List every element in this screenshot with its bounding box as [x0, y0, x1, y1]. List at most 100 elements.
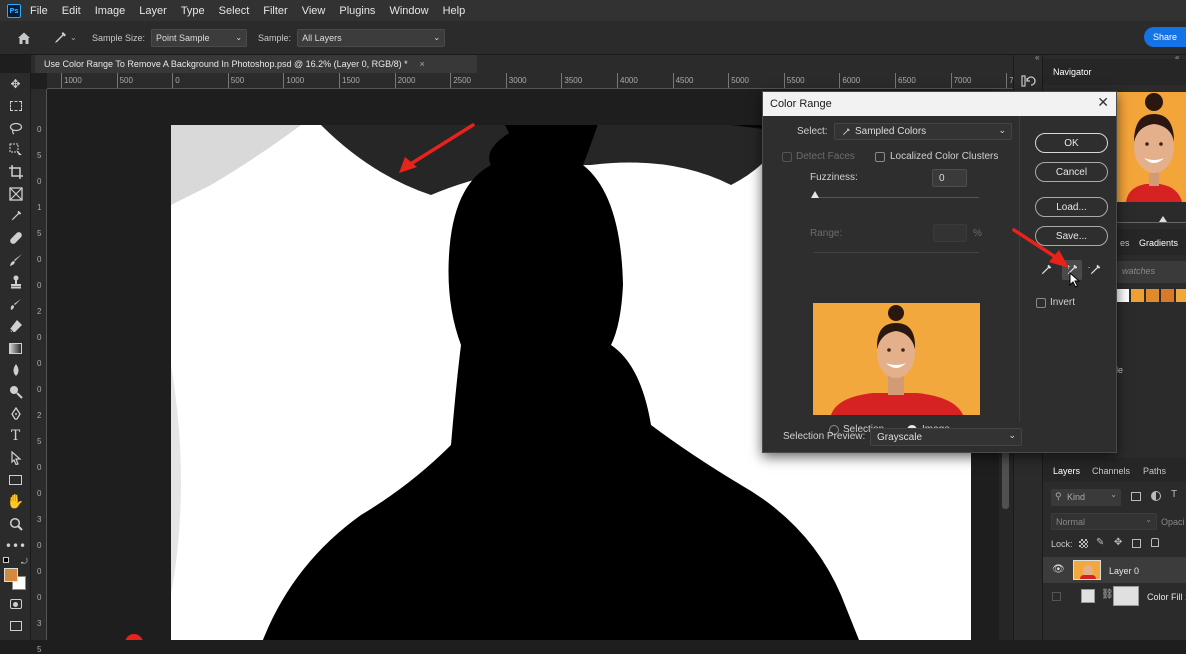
cancel-button[interactable]: Cancel [1035, 162, 1108, 182]
history-brush-tool-icon[interactable] [0, 293, 31, 315]
dialog-title-bar[interactable]: Color Range ✕ [763, 92, 1116, 116]
frame-tool-icon[interactable] [0, 183, 31, 205]
horizontal-ruler: 1000 500 0 500 1000 1500 2000 2500 3000 3500 4000 4… [47, 73, 1023, 89]
color-swatch[interactable] [1116, 289, 1129, 302]
rectangle-tool-icon[interactable] [0, 469, 31, 491]
chevron-down-icon: ⌄ [235, 33, 243, 42]
tab-layers[interactable]: Layers [1053, 466, 1080, 476]
navigator-zoom-slider[interactable] [1116, 216, 1186, 223]
color-swatches[interactable]: ⤾ [0, 557, 31, 593]
swatches-search[interactable]: watches [1116, 261, 1186, 283]
foreground-color-swatch[interactable] [4, 568, 18, 582]
screen-mode-icon[interactable] [0, 615, 31, 637]
layer-row[interactable]: 👁 Layer 0 [1043, 557, 1186, 583]
history-panel-icon[interactable] [1020, 73, 1036, 89]
home-icon[interactable] [16, 30, 32, 46]
color-swatch[interactable] [1146, 289, 1159, 302]
menu-view[interactable]: View [302, 5, 326, 17]
visibility-toggle[interactable] [1052, 592, 1061, 601]
scrollbar-thumb[interactable] [1002, 449, 1009, 509]
sample-select[interactable]: All Layers ⌄ [297, 28, 446, 47]
menu-plugins[interactable]: Plugins [339, 5, 375, 17]
menu-filter[interactable]: Filter [263, 5, 287, 17]
crop-tool-icon[interactable] [0, 161, 31, 183]
navigator-zoom-thumb[interactable] [1159, 216, 1167, 222]
fuzziness-slider-thumb[interactable] [811, 191, 819, 198]
layer-filter-select[interactable]: ⚲ Kind ⌄ [1051, 489, 1121, 506]
menu-window[interactable]: Window [389, 5, 428, 17]
lasso-tool-icon[interactable] [0, 117, 31, 139]
tab-gradients[interactable]: Gradients [1139, 238, 1178, 248]
lock-position-icon[interactable]: ✥ [1114, 537, 1122, 548]
sample-size-select[interactable]: Point Sample ⌄ [151, 28, 248, 47]
default-colors-icon[interactable] [3, 557, 9, 563]
detect-faces-checkbox[interactable] [782, 152, 792, 162]
color-swatch[interactable] [1161, 289, 1174, 302]
filter-pixel-layers-icon[interactable] [1131, 492, 1141, 501]
color-swatch[interactable] [1131, 289, 1144, 302]
share-button[interactable]: Share [1144, 27, 1186, 47]
healing-brush-tool-icon[interactable] [0, 227, 31, 249]
filter-type-layers-icon[interactable]: T [1171, 489, 1177, 500]
filter-adjustment-layers-icon[interactable] [1151, 491, 1161, 501]
ruler-tick-label: 3 [37, 515, 42, 524]
lock-image-icon[interactable]: ✎ [1096, 537, 1104, 548]
lock-transparent-icon[interactable] [1079, 539, 1088, 548]
eraser-tool-icon[interactable] [0, 315, 31, 337]
tab-navigator[interactable]: Navigator [1053, 67, 1092, 77]
ruler-tick [394, 73, 396, 88]
move-tool-icon[interactable]: ✥ [0, 73, 31, 95]
tab-channels[interactable]: Channels [1092, 466, 1130, 476]
eye-icon[interactable]: 👁 [1052, 564, 1065, 575]
ok-button[interactable]: OK [1035, 133, 1108, 153]
dodge-tool-icon[interactable] [0, 381, 31, 403]
marquee-tool-icon[interactable] [0, 95, 31, 117]
quick-mask-icon[interactable] [0, 593, 31, 615]
close-icon[interactable]: × [420, 59, 425, 69]
brush-tool-icon[interactable] [0, 249, 31, 271]
gradient-tool-icon[interactable] [0, 337, 31, 359]
document-tab[interactable]: Use Color Range To Remove A Background I… [35, 55, 477, 73]
menu-help[interactable]: Help [443, 5, 466, 17]
menu-file[interactable]: File [30, 5, 48, 17]
localized-clusters-checkbox[interactable] [875, 152, 885, 162]
swap-colors-icon[interactable]: ⤾ [21, 557, 28, 567]
menu-type[interactable]: Type [181, 5, 205, 17]
hand-tool-icon[interactable]: ✋ [0, 491, 31, 513]
zoom-tool-icon[interactable] [0, 513, 31, 535]
pen-tool-icon[interactable] [0, 403, 31, 425]
layer-row[interactable]: ⛓ Color Fill 1 [1043, 583, 1186, 609]
object-selection-tool-icon[interactable] [0, 139, 31, 161]
fuzziness-input[interactable]: 0 [932, 169, 967, 187]
menu-select[interactable]: Select [219, 5, 250, 17]
eyedropper-tool-icon[interactable] [0, 205, 31, 227]
tab-paths[interactable]: Paths [1143, 466, 1166, 476]
ruler-tick-label: 500 [230, 76, 245, 85]
navigator-thumbnail[interactable] [1116, 92, 1186, 202]
document-tab-title: Use Color Range To Remove A Background I… [44, 59, 408, 69]
image-preview[interactable] [813, 303, 980, 415]
tab-es[interactable]: es [1120, 238, 1130, 248]
menu-edit[interactable]: Edit [62, 5, 81, 17]
subtract-from-sample-eyedropper-icon[interactable]: - [1088, 263, 1104, 279]
blend-mode-select[interactable]: Normal ⌄ [1051, 513, 1157, 530]
fuzziness-slider[interactable] [814, 197, 979, 198]
menu-image[interactable]: Image [95, 5, 126, 17]
load-button[interactable]: Load... [1035, 197, 1108, 217]
invert-checkbox[interactable] [1036, 298, 1046, 308]
blur-tool-icon[interactable] [0, 359, 31, 381]
lock-all-icon[interactable] [1151, 538, 1159, 547]
lock-artboard-icon[interactable] [1132, 539, 1141, 548]
eyedropper-tool-preset-icon[interactable]: ⌄ [52, 29, 78, 47]
type-tool-icon[interactable]: T [0, 425, 31, 447]
path-selection-tool-icon[interactable] [0, 447, 31, 469]
collapse-panels-icon[interactable]: « [1035, 53, 1039, 62]
close-icon[interactable]: ✕ [1097, 94, 1109, 111]
panel-text-le: le [1116, 365, 1124, 375]
more-tools-icon[interactable]: ••• [0, 535, 31, 557]
selection-preview-dropdown[interactable]: Grayscale ⌄ [870, 428, 1022, 446]
clone-stamp-tool-icon[interactable] [0, 271, 31, 293]
color-swatch[interactable] [1176, 289, 1186, 302]
menu-layer[interactable]: Layer [139, 5, 167, 17]
select-dropdown[interactable]: Sampled Colors ⌄ [834, 123, 1012, 140]
